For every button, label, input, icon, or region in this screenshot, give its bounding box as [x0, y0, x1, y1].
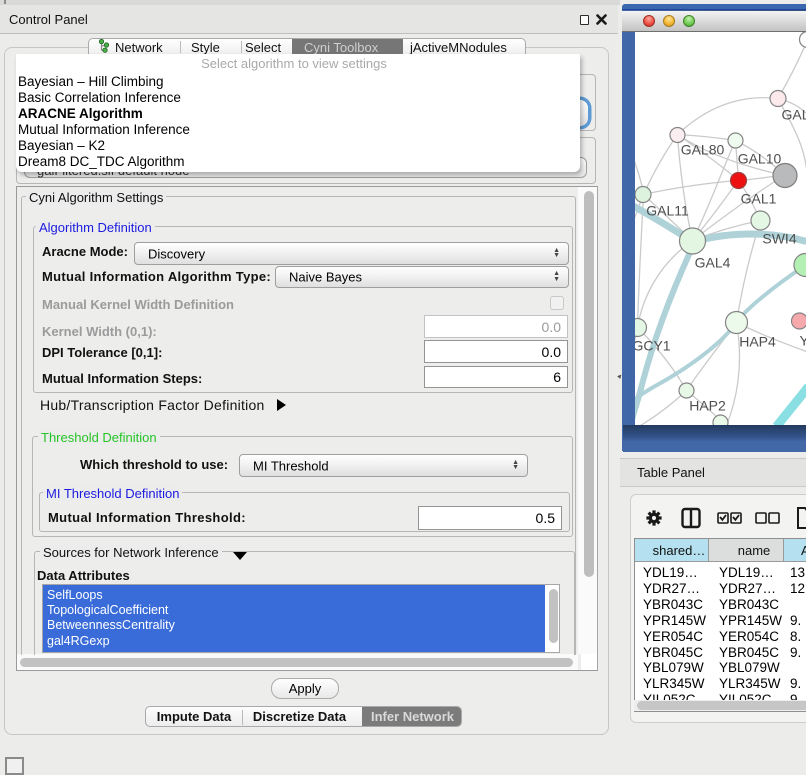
svg-text:Y: Y — [799, 332, 806, 348]
svg-text:GAL4: GAL4 — [694, 254, 730, 270]
svg-text:HAP4: HAP4 — [739, 333, 776, 349]
svg-text:GAL7: GAL7 — [781, 106, 806, 122]
svg-text:GCY1: GCY1 — [635, 337, 671, 353]
svg-text:GAL1: GAL1 — [740, 190, 776, 206]
svg-text:GAL11: GAL11 — [646, 202, 689, 218]
svg-text:HAP2: HAP2 — [689, 397, 726, 413]
svg-text:GAL10: GAL10 — [737, 150, 781, 166]
svg-text:GAL80: GAL80 — [680, 141, 724, 157]
svg-text:SWI4: SWI4 — [762, 230, 796, 246]
